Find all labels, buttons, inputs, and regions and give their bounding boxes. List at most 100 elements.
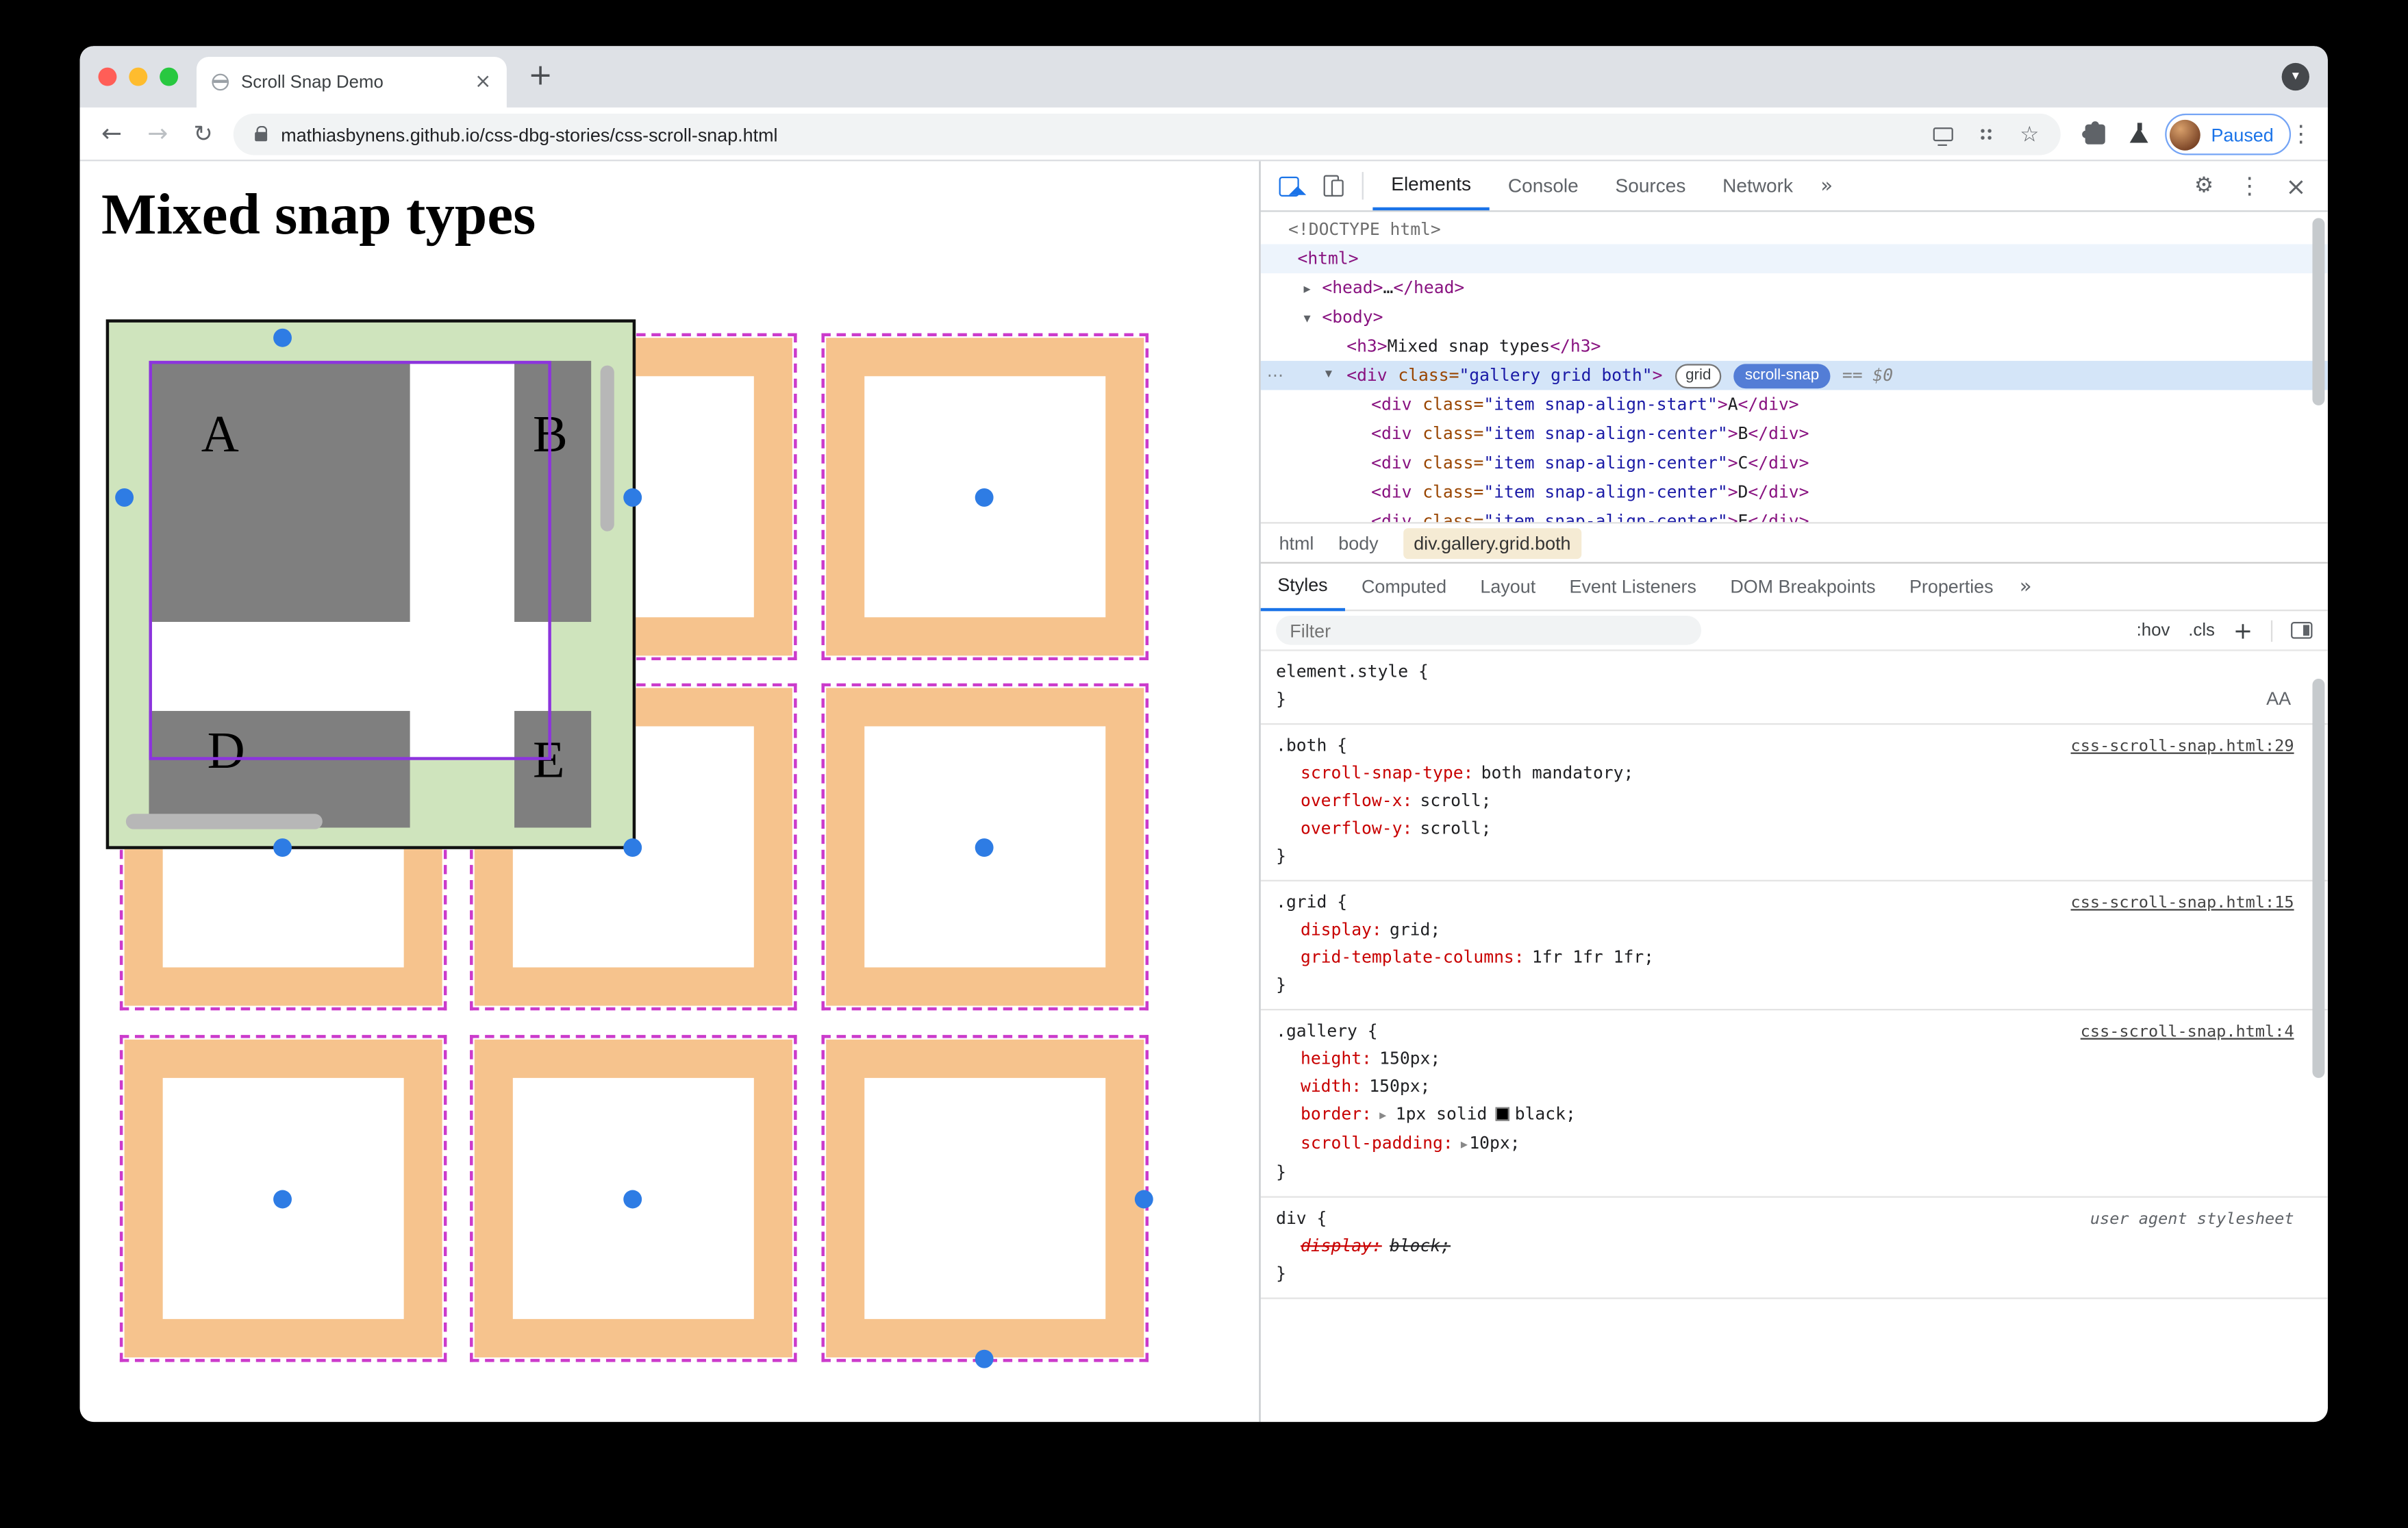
breadcrumb-html[interactable]: html [1279,532,1314,553]
more-panels-icon[interactable]: » [1811,174,1842,197]
tab-elements[interactable]: Elements [1372,161,1490,211]
dom-node-html[interactable]: <html> [1260,244,2328,274]
tab-search-button[interactable]: ▾ [2281,62,2309,91]
font-editor-icon[interactable]: AA [2266,688,2291,709]
tab-strip: Scroll Snap Demo × + ▾ [79,46,2328,108]
snap-point-dot [975,1349,994,1368]
stylesheet-link[interactable]: css-scroll-snap.html:15 [2071,889,2294,916]
tab-dom-breakpoints[interactable]: DOM Breakpoints [1714,564,1893,609]
tab-layout[interactable]: Layout [1464,564,1553,609]
more-sidebar-tabs-icon[interactable]: » [2010,575,2041,599]
extension-flask-icon[interactable] [2128,123,2149,144]
lock-icon[interactable] [255,125,268,142]
bookmark-star-icon[interactable]: ☆ [2020,123,2039,145]
new-tab-button[interactable]: + [528,58,553,92]
page-title: Mixed snap types [101,182,536,247]
scroll-snap-badge[interactable]: scroll-snap [1734,364,1830,389]
reload-button[interactable]: ↻ [193,120,212,147]
expand-shorthand-icon[interactable]: ▸ [1379,1109,1386,1124]
tab-favicon-icon [212,73,229,91]
dom-node-h3[interactable]: <h3>Mixed snap types</h3> [1261,331,2328,361]
tab-close-icon[interactable]: × [475,71,491,94]
breadcrumb: html body div.gallery.grid.both [1260,522,2328,562]
node-options-icon[interactable]: ⋯ [1267,361,1284,390]
tab-computed[interactable]: Computed [1344,564,1463,609]
inspect-element-icon[interactable] [1279,175,1299,196]
expand-shorthand-icon[interactable]: ▸ [1461,1138,1468,1153]
extensions-puzzle-icon[interactable] [2081,120,2105,145]
sync-paused-label: Paused [2211,123,2274,145]
device-toolbar-icon[interactable] [1323,175,1344,197]
dom-node-gallery-selected[interactable]: ⋯ ▾ <div class="gallery grid both"> grid scr… [1260,360,2328,390]
window-zoom-button[interactable] [160,67,179,86]
stylesheet-link[interactable]: css-scroll-snap.html:29 [2071,732,2294,760]
browser-menu-icon[interactable]: ⋮ [2290,120,2313,147]
dom-node-item[interactable]: <div class="item snap-align-center">B</di… [1261,419,2328,449]
install-icon[interactable] [1933,127,1954,146]
gallery-scroll-container[interactable]: A B D E [105,319,636,849]
collapse-icon[interactable]: ▾ [1325,361,1344,390]
hover-state-toggle[interactable]: :hov [2137,621,2170,640]
snap-point-dot [273,328,292,347]
selector-div: div { [1276,1208,1327,1229]
dom-node-body[interactable]: ▾ <body> [1261,303,2328,332]
dom-node-item[interactable]: <div class="item snap-align-center">D</di… [1261,477,2328,507]
tab-sources[interactable]: Sources [1597,163,1705,209]
back-button[interactable]: ← [101,119,122,147]
devtools-menu-icon[interactable]: ⋮ [2238,172,2261,199]
grid-badge[interactable]: grid [1675,364,1722,389]
browser-window: Scroll Snap Demo × + ▾ ← → ↻ mathiasbyne… [79,46,2328,1423]
window-minimize-button[interactable] [129,67,148,86]
snap-point-dot [623,838,642,857]
style-rule-gallery[interactable]: .gallery { css-scroll-snap.html:4 height… [1260,1010,2328,1198]
horizontal-scrollbar[interactable] [125,814,323,829]
devtools-close-icon[interactable]: × [2285,171,2306,201]
expand-icon[interactable]: ▸ [1303,277,1322,306]
browser-tab[interactable]: Scroll Snap Demo × [196,56,507,108]
window-close-button[interactable] [98,67,117,86]
dom-tree-scrollbar[interactable] [2312,218,2325,405]
style-rule-grid[interactable]: .grid { css-scroll-snap.html:15 display:… [1260,881,2328,1011]
profile-paused-chip[interactable]: Paused [2165,113,2291,155]
color-swatch-black[interactable] [1494,1107,1509,1121]
snap-point-dot [975,838,994,857]
styles-filter-input[interactable] [1276,616,1702,645]
styles-filter-bar: :hov .cls + [1260,611,2328,651]
style-rule-div-ua[interactable]: div { user agent stylesheet display: bloc… [1260,1198,2328,1299]
dom-node-head[interactable]: ▸ <head>…</head> [1261,273,2328,303]
browser-toolbar: ← → ↻ mathiasbynens.github.io/css-dbg-st… [79,107,2328,162]
settings-gear-icon[interactable]: ⚙ [2194,173,2213,198]
dom-node-item[interactable]: <div class="item snap-align-start">A</div… [1261,390,2328,419]
address-bar[interactable]: mathiasbynens.github.io/css-dbg-stories/… [233,113,2061,155]
collapse-icon[interactable]: ▾ [1303,305,1322,335]
devtools-toolbar: Elements Console Sources Network » ⚙ ⋮ × [1260,161,2328,212]
url-text[interactable]: mathiasbynens.github.io/css-dbg-stories/… [281,123,1933,145]
chevron-down-icon: ▾ [2292,68,2299,84]
selector-element-style[interactable]: element.style { [1276,659,1429,686]
sidebar-tab-bar: Styles Computed Layout Event Listeners D… [1260,562,2328,612]
class-toggle[interactable]: .cls [2188,621,2215,640]
new-style-rule-icon[interactable]: + [2233,616,2253,644]
forward-button[interactable]: → [147,119,168,147]
dom-node-item[interactable]: <div class="item snap-align-center">E</di… [1261,507,2328,523]
breadcrumb-body[interactable]: body [1338,532,1378,553]
breadcrumb-selected[interactable]: div.gallery.grid.both [1403,527,1582,558]
console-reference: == $0 [1842,365,1894,386]
tab-network[interactable]: Network [1704,163,1811,209]
dom-node-doctype[interactable]: <!DOCTYPE html> [1261,215,2328,245]
style-rule-both[interactable]: .both { css-scroll-snap.html:29 scroll-s… [1260,725,2328,881]
stylesheet-link[interactable]: css-scroll-snap.html:4 [2081,1018,2294,1045]
snap-area-overlay [821,1035,1149,1362]
tab-properties[interactable]: Properties [1892,564,2010,609]
toggle-sidebar-icon[interactable] [2291,622,2313,639]
tab-console[interactable]: Console [1490,163,1597,209]
dom-node-item[interactable]: <div class="item snap-align-center">C</di… [1261,449,2328,478]
window-content: Mixed snap types A B D E Elements Consol… [79,161,2328,1423]
vertical-scrollbar[interactable] [600,365,614,531]
devtools-toolbar-right: ⚙ ⋮ × [2194,171,2307,201]
styles-pane-scrollbar[interactable] [2312,678,2325,1078]
style-rule-element-style[interactable]: element.style { } AA [1260,651,2328,725]
apps-grid-icon[interactable] [1978,125,1996,143]
tab-event-listeners[interactable]: Event Listeners [1553,564,1714,609]
tab-styles[interactable]: Styles [1260,563,1345,611]
